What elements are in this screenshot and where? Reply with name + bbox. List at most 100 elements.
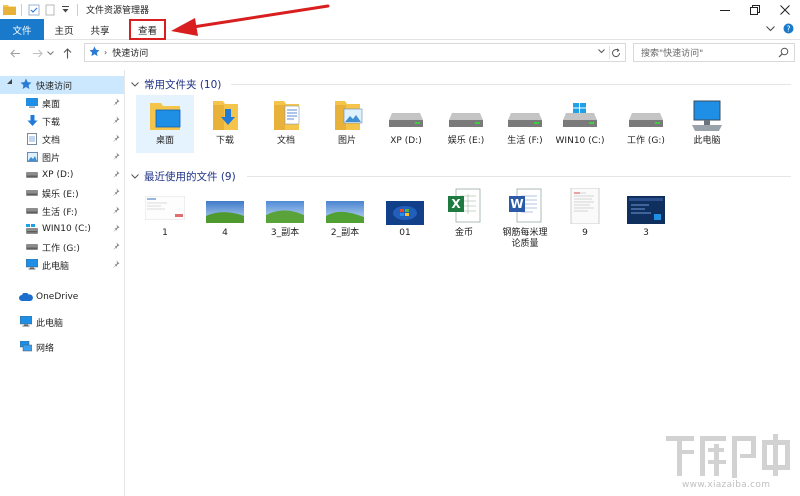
group-header-recent[interactable]: 最近使用的文件 (9): [131, 169, 791, 183]
drive-icon: [437, 113, 495, 127]
help-icon[interactable]: ?: [783, 23, 794, 37]
pin-icon[interactable]: [112, 170, 120, 181]
group-header-frequent[interactable]: 常用文件夹 (10): [131, 77, 791, 91]
tile-recent-file[interactable]: 9: [556, 188, 614, 240]
tile-label: 01: [399, 228, 411, 238]
tile-drive-g[interactable]: 工作 (G:): [617, 95, 675, 153]
tile-recent-file[interactable]: W 钢筋每米理论质量: [496, 188, 554, 254]
chevron-down-icon[interactable]: [6, 78, 13, 85]
tile-this-pc[interactable]: 此电脑: [678, 95, 736, 153]
search-placeholder: 搜索"快速访问": [641, 49, 704, 59]
new-folder-icon[interactable]: [43, 3, 56, 16]
address-dropdown-icon[interactable]: [598, 48, 605, 56]
refresh-icon[interactable]: [609, 46, 622, 59]
chevron-down-icon[interactable]: [131, 80, 141, 89]
pin-icon[interactable]: [112, 134, 120, 145]
tile-label: 图片: [337, 136, 356, 146]
sidebar-item-drive-e[interactable]: 娱乐 (E:): [0, 184, 124, 202]
pin-icon[interactable]: [112, 116, 120, 127]
tile-label: 钢筋每米理论质量: [502, 228, 548, 249]
tile-drive-e[interactable]: 娱乐 (E:): [437, 95, 495, 153]
toolbar-divider: [21, 3, 22, 16]
pin-icon[interactable]: [112, 152, 120, 163]
sidebar-item-desktop[interactable]: 桌面: [0, 94, 124, 112]
sidebar-item-onedrive[interactable]: OneDrive: [0, 288, 124, 306]
breadcrumb-location[interactable]: 快速访问: [112, 46, 148, 59]
ribbon-right-controls: ?: [766, 23, 794, 37]
document-thumbnail: [556, 188, 614, 224]
sidebar-item-label: 生活 (F:): [42, 207, 78, 218]
tile-recent-file[interactable]: 01: [376, 188, 434, 240]
tab-file[interactable]: 文件: [0, 19, 44, 40]
tile-drive-f[interactable]: 生活 (F:): [496, 95, 554, 153]
tile-desktop[interactable]: 桌面: [136, 95, 194, 153]
tile-downloads[interactable]: 下载: [196, 95, 254, 153]
sidebar-item-label: 此电脑: [36, 318, 64, 329]
customize-dropdown-icon[interactable]: [59, 3, 72, 16]
pin-icon[interactable]: [112, 242, 120, 253]
tile-documents[interactable]: 文档: [257, 95, 315, 153]
recent-locations-icon[interactable]: [46, 46, 54, 60]
sidebar-item-documents[interactable]: 文档: [0, 130, 124, 148]
sidebar-item-label: XP (D:): [42, 170, 74, 180]
properties-icon[interactable]: [27, 3, 40, 16]
tile-recent-file[interactable]: X 金币: [435, 188, 493, 240]
tile-recent-file[interactable]: 3: [617, 188, 675, 240]
desktop-icon: [26, 98, 38, 108]
address-bar[interactable]: › 快速访问: [84, 43, 626, 62]
search-input[interactable]: 搜索"快速访问": [633, 43, 795, 62]
sidebar-item-quick-access[interactable]: 快速访问: [0, 76, 124, 94]
tile-label: 娱乐 (E:): [447, 136, 485, 146]
pin-icon[interactable]: [112, 224, 120, 235]
sidebar-item-this-pc[interactable]: 此电脑: [0, 313, 124, 331]
windows-drive-icon: [26, 224, 38, 234]
tab-view[interactable]: 查看: [129, 19, 166, 40]
drive-icon: [26, 244, 38, 250]
up-arrow-icon[interactable]: [60, 46, 74, 60]
sidebar-item-drive-f[interactable]: 生活 (F:): [0, 202, 124, 220]
documents-folder-icon: [257, 98, 315, 132]
sidebar-item-drive-g[interactable]: 工作 (G:): [0, 238, 124, 256]
pin-icon[interactable]: [112, 206, 120, 217]
drive-icon: [617, 113, 675, 127]
chevron-down-icon[interactable]: [766, 25, 775, 35]
tile-recent-file[interactable]: 3_副本: [256, 188, 314, 240]
quick-access-star-icon: [20, 78, 32, 90]
forward-arrow-icon[interactable]: [30, 46, 44, 60]
pin-icon[interactable]: [112, 188, 120, 199]
toolbar-divider: [77, 3, 78, 16]
sidebar-item-drive-d[interactable]: XP (D:): [0, 166, 124, 184]
svg-text:?: ?: [786, 24, 790, 33]
sidebar-item-label: 娱乐 (E:): [42, 189, 79, 200]
breadcrumb-separator-icon[interactable]: ›: [104, 48, 107, 57]
sidebar-item-this-pc-pinned[interactable]: 此电脑: [0, 256, 124, 274]
tab-home[interactable]: 主页: [48, 19, 80, 40]
tile-drive-d[interactable]: XP (D:): [377, 95, 435, 153]
back-arrow-icon[interactable]: [8, 46, 22, 60]
sidebar-item-pictures[interactable]: 图片: [0, 148, 124, 166]
sidebar-item-label: WIN10 (C:): [42, 224, 91, 234]
search-icon[interactable]: [778, 47, 789, 61]
tile-label: 生活 (F:): [507, 136, 543, 146]
sidebar-item-downloads[interactable]: 下载: [0, 112, 124, 130]
sidebar-item-network[interactable]: 网络: [0, 338, 124, 356]
tile-recent-file[interactable]: 4: [196, 188, 254, 240]
group-divider: [247, 176, 791, 177]
close-button[interactable]: [770, 0, 800, 19]
title-bar: 文件资源管理器: [0, 0, 800, 19]
drive-icon: [26, 208, 38, 214]
tile-pictures[interactable]: 图片: [318, 95, 376, 153]
svg-text:X: X: [451, 197, 461, 211]
sidebar-item-drive-c[interactable]: WIN10 (C:): [0, 220, 124, 238]
tile-recent-file[interactable]: 1: [136, 188, 194, 240]
pin-icon[interactable]: [112, 260, 120, 271]
tile-recent-file[interactable]: 2_副本: [316, 188, 374, 240]
tile-drive-c[interactable]: WIN10 (C:): [551, 95, 609, 163]
tab-share[interactable]: 共享: [84, 19, 116, 40]
chevron-down-icon[interactable]: [131, 172, 141, 181]
minimize-button[interactable]: [710, 0, 740, 19]
window-controls: [710, 0, 800, 19]
restore-button[interactable]: [740, 0, 770, 19]
sidebar-item-label: 桌面: [42, 99, 61, 110]
pin-icon[interactable]: [112, 98, 120, 109]
